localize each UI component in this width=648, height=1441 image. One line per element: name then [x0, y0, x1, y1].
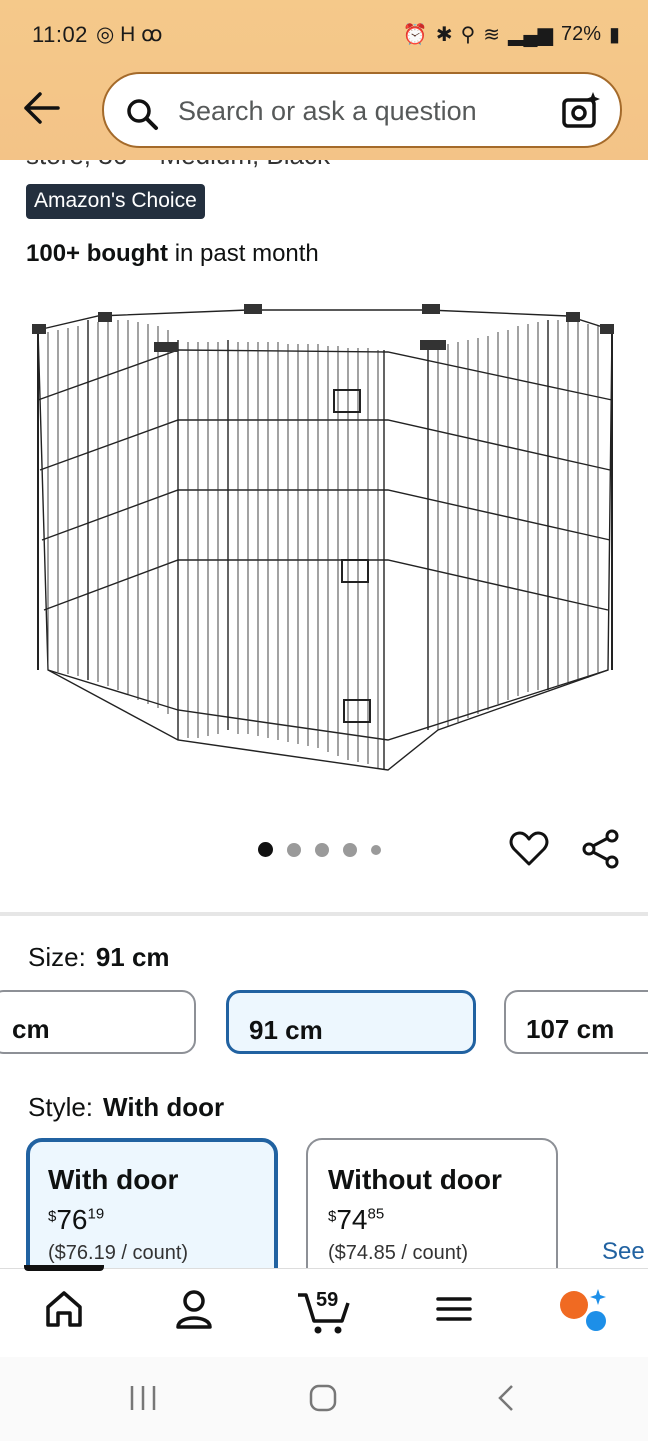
app-header: 11:02 ◎ H ꝏ ⏰ ✱ ⚲ ≋ ▂▄▆ 72% ▮ Search or … — [0, 0, 648, 160]
bought-bold: 100+ bought — [26, 240, 169, 267]
system-navigation-bar — [0, 1356, 648, 1441]
bought-count: 100+ bought in past month — [26, 240, 319, 268]
bottom-navigation: 59 — [0, 1265, 648, 1357]
amazons-choice-badge: Amazon's Choice — [26, 184, 205, 219]
style-price: $7485 — [328, 1204, 385, 1235]
carousel-dot[interactable] — [315, 842, 329, 857]
carousel-dot[interactable] — [343, 842, 357, 857]
wifi-icon: ≋ — [483, 24, 501, 46]
status-time: 11:02 — [32, 22, 88, 47]
carousel-dot[interactable] — [287, 842, 301, 857]
battery-icon: ▮ — [608, 24, 620, 46]
style-label: Style: — [28, 1092, 94, 1122]
active-tab-indicator — [24, 1265, 104, 1271]
signal-icon: ▂▄▆ — [508, 24, 553, 46]
image-carousel-dots[interactable] — [258, 842, 381, 857]
notification-icons: ◎ H ꝏ — [96, 23, 163, 46]
battery-percent: 72% — [560, 23, 601, 45]
size-label-row: Size: 91 cm — [28, 942, 170, 973]
bluetooth-icon: ✱ — [435, 24, 453, 46]
style-price-per-count: ($74.85 / count) — [328, 1242, 469, 1264]
alarm-icon: ⏰ — [402, 24, 428, 46]
heart-icon[interactable] — [508, 828, 550, 875]
menu-icon[interactable] — [434, 1287, 474, 1336]
size-label: Size: — [28, 942, 86, 972]
style-price-per-count: ($76.19 / count) — [48, 1242, 189, 1264]
style-label-row: Style: With door — [28, 1092, 224, 1123]
location-icon: ⚲ — [460, 24, 476, 46]
recent-apps-icon[interactable] — [128, 1383, 158, 1418]
size-option-selected[interactable]: 91 cm — [226, 990, 476, 1054]
system-icons: ⏰ ✱ ⚲ ≋ ▂▄▆ 72% ▮ — [403, 22, 620, 47]
search-bar[interactable]: Search or ask a question — [102, 72, 622, 148]
style-price: $7619 — [48, 1204, 105, 1235]
size-option[interactable]: 107 cm — [504, 990, 648, 1054]
share-icon[interactable] — [580, 828, 622, 875]
style-title: With door — [48, 1164, 179, 1195]
rufus-assistant-icon[interactable] — [556, 1287, 612, 1342]
home-button-icon[interactable] — [308, 1383, 338, 1418]
camera-lens-icon[interactable] — [560, 90, 602, 137]
carousel-dot[interactable] — [371, 844, 381, 855]
back-arrow-icon[interactable] — [20, 88, 64, 128]
home-icon[interactable] — [44, 1287, 84, 1336]
bought-rest: in past month — [168, 240, 319, 267]
status-bar: 11:02 ◎ H ꝏ ⏰ ✱ ⚲ ≋ ▂▄▆ 72% ▮ — [0, 0, 648, 70]
account-icon[interactable] — [174, 1287, 214, 1336]
see-more-link[interactable]: See — [602, 1238, 645, 1266]
style-title: Without door — [328, 1164, 502, 1195]
cart-count-badge: 59 — [316, 1289, 339, 1311]
carousel-dot[interactable] — [258, 842, 273, 857]
product-image[interactable] — [28, 290, 624, 780]
search-icon — [124, 96, 160, 137]
system-back-icon[interactable] — [492, 1383, 522, 1418]
size-selected: 91 cm — [95, 942, 170, 972]
style-selected: With door — [103, 1092, 225, 1122]
section-divider — [0, 912, 648, 916]
search-input[interactable]: Search or ask a question — [178, 96, 477, 127]
size-option[interactable]: cm — [0, 990, 196, 1054]
